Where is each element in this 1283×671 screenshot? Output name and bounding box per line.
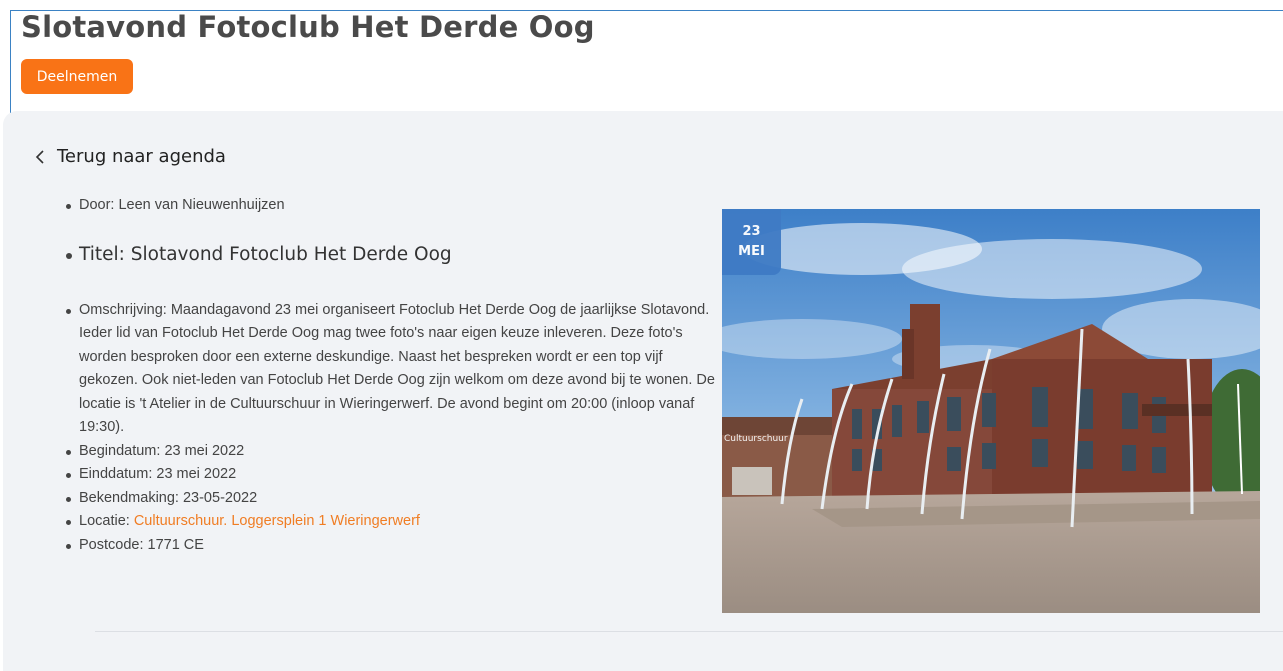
- postcode-item: Postcode: 1771 CE: [66, 534, 719, 558]
- back-link-label: Terug naar agenda: [57, 146, 226, 167]
- author-item: Door: Leen van Nieuwenhuijzen: [66, 194, 719, 218]
- location-link[interactable]: Cultuurschuur. Loggersplein 1 Wieringerw…: [134, 513, 420, 529]
- content-divider: [95, 631, 1283, 632]
- date-badge-month: MEI: [738, 244, 765, 259]
- page-title: Slotavond Fotoclub Het Derde Oog: [21, 10, 595, 44]
- announcement-item: Bekendmaking: 23-05-2022: [66, 487, 719, 511]
- date-badge: 23 MEI: [722, 209, 781, 275]
- description-item: Omschrijving: Maandagavond 23 mei organi…: [66, 299, 719, 440]
- chevron-left-icon: [35, 149, 44, 164]
- event-details-list: Door: Leen van Nieuwenhuijzen Titel: Slo…: [66, 194, 719, 558]
- join-button[interactable]: Deelnemen: [21, 59, 133, 94]
- title-item: Titel: Slotavond Fotoclub Het Derde Oog: [66, 241, 719, 269]
- end-date-item: Einddatum: 23 mei 2022: [66, 463, 719, 487]
- start-date-item: Begindatum: 23 mei 2022: [66, 440, 719, 464]
- location-item: Locatie: Cultuurschuur. Loggersplein 1 W…: [66, 510, 719, 534]
- event-photo: Cultuurschuur: [722, 209, 1260, 613]
- building-photo-illustration: Cultuurschuur: [722, 209, 1260, 613]
- date-badge-day: 23: [742, 224, 761, 239]
- svg-text:Cultuurschuur: Cultuurschuur: [724, 434, 788, 444]
- back-to-agenda-link[interactable]: Terug naar agenda: [35, 146, 226, 167]
- location-label: Locatie:: [79, 513, 134, 529]
